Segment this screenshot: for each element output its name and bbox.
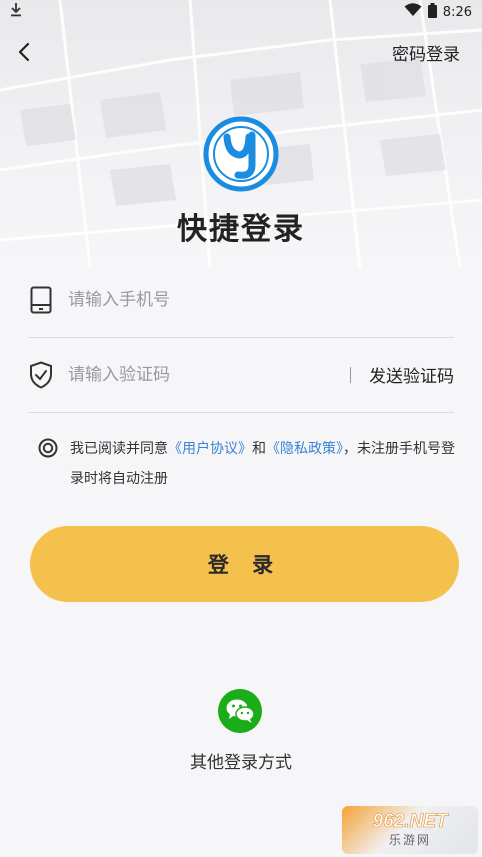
phone-icon [28, 286, 54, 314]
user-agreement-link[interactable]: 《用户协议》 [168, 441, 252, 457]
watermark-top: 962.NET [372, 811, 448, 832]
download-icon [10, 3, 22, 21]
agreement-text: 我已阅读并同意《用户协议》和《隐私政策》，未注册手机号登录时将自动注册 [70, 434, 458, 494]
privacy-policy-link[interactable]: 《隐私政策》 [266, 441, 343, 457]
back-arrow-icon[interactable] [12, 34, 36, 70]
agreement-prefix: 我已阅读并同意 [70, 441, 168, 457]
battery-icon [427, 2, 437, 22]
agreement-radio[interactable] [38, 438, 58, 458]
watermark-bottom: 乐游网 [388, 833, 431, 847]
code-field-row: 发送验证码 [28, 337, 454, 413]
phone-input[interactable] [68, 289, 454, 310]
site-watermark: 962.NET 乐游网 [342, 806, 478, 854]
wifi-icon [404, 3, 422, 21]
status-right: 8:26 [404, 2, 472, 22]
app-logo-icon [202, 115, 280, 193]
top-bar: 密码登录 [0, 34, 482, 70]
send-code-button[interactable]: 发送验证码 [369, 362, 454, 387]
other-login-label: 其他登录方式 [190, 753, 292, 773]
shield-icon [28, 360, 54, 389]
agreement-row: 我已阅读并同意《用户协议》和《隐私政策》，未注册手机号登录时将自动注册 [38, 434, 458, 494]
vertical-divider [350, 366, 351, 383]
status-time: 8:26 [442, 4, 472, 20]
phone-field-row [28, 262, 454, 338]
status-bar: 8:26 [0, 0, 482, 24]
agreement-and: 和 [252, 441, 266, 457]
page-title: 快捷登录 [177, 212, 305, 247]
wechat-icon[interactable] [218, 689, 262, 733]
password-login-link[interactable]: 密码登录 [392, 40, 460, 65]
code-input[interactable] [68, 364, 350, 385]
login-button[interactable]: 登 录 [30, 526, 459, 602]
